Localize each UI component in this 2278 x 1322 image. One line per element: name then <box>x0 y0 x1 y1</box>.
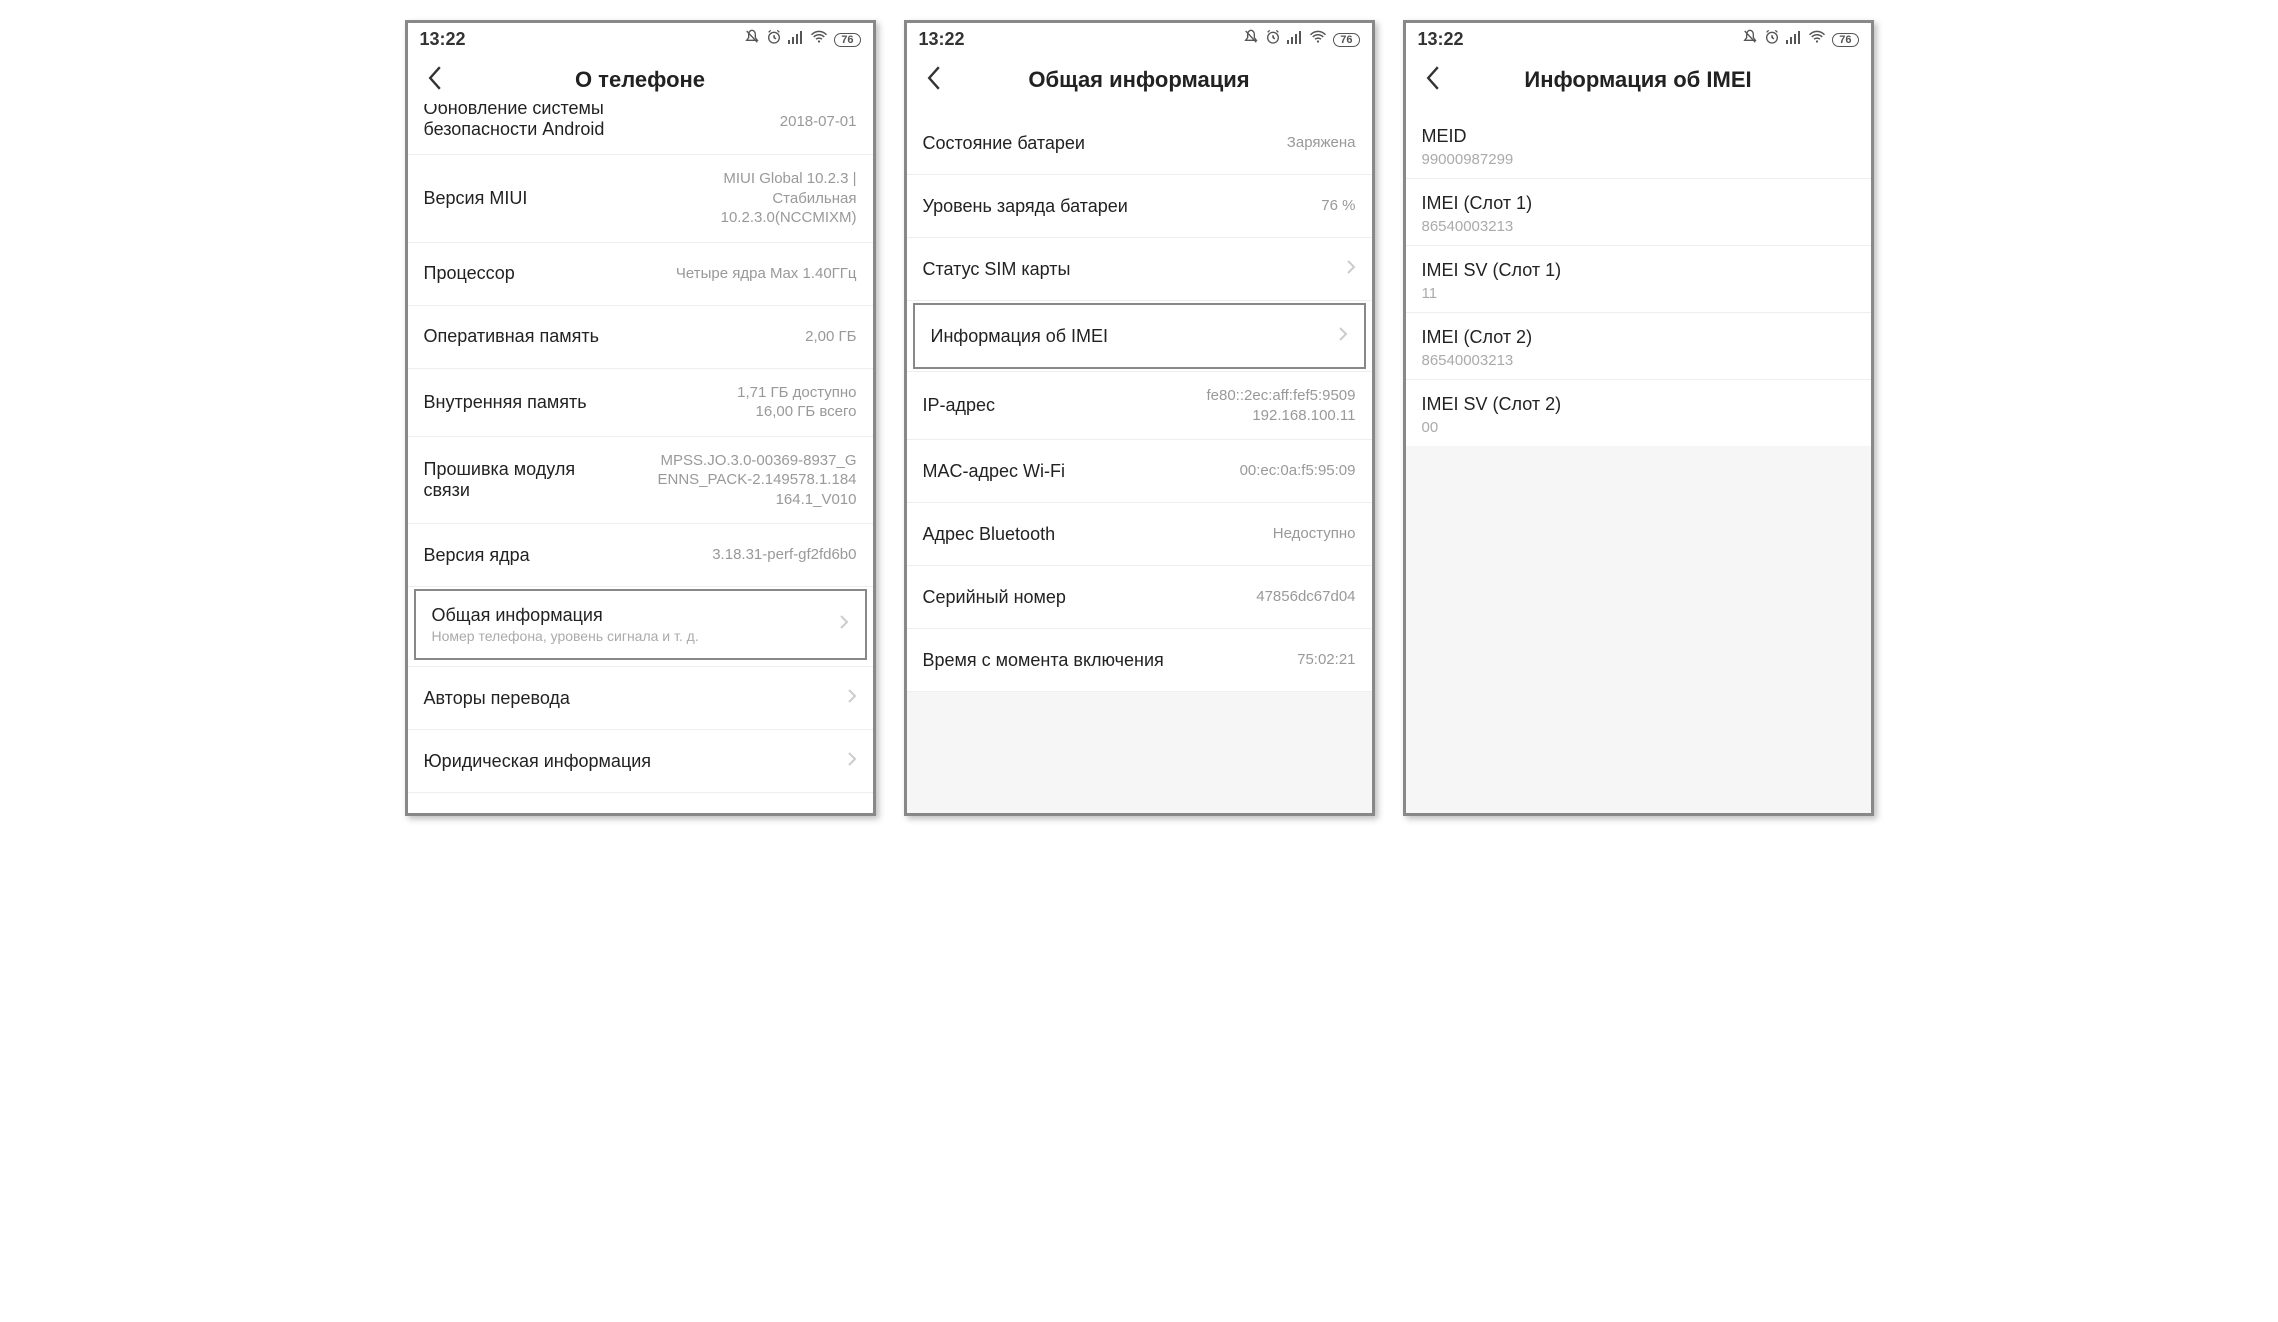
row-uptime[interactable]: Время с момента включения 75:02:21 <box>907 629 1372 692</box>
status-icons: 76 <box>744 29 860 50</box>
row-imei-slot1[interactable]: IMEI (Слот 1) 86540003213 <box>1406 179 1871 246</box>
row-battery-level[interactable]: Уровень заряда батареи 76 % <box>907 175 1372 238</box>
header: О телефоне <box>408 52 873 112</box>
status-time: 13:22 <box>919 29 965 50</box>
page-title: Общая информация <box>951 67 1328 93</box>
row-sim-status[interactable]: Статус SIM карты <box>907 238 1372 301</box>
serial-value: 47856dc67d04 <box>1076 587 1356 607</box>
back-button[interactable] <box>418 66 452 94</box>
row-imei-info[interactable]: Информация об IMEI <box>915 305 1364 367</box>
row-safety[interactable]: Информация о безопасности <box>408 793 873 813</box>
uptime-value: 75:02:21 <box>1174 650 1356 670</box>
battery-state-value: Заряжена <box>1095 133 1356 153</box>
chevron-right-icon <box>847 751 857 772</box>
chevron-right-icon <box>1346 259 1356 280</box>
chevron-right-icon <box>1338 326 1348 347</box>
row-bluetooth-address[interactable]: Адрес Bluetooth Недоступно <box>907 503 1372 566</box>
cpu-value: Четыре ядра Max 1.40ГГц <box>525 264 857 284</box>
status-time: 13:22 <box>420 29 466 50</box>
chevron-right-icon <box>839 614 849 635</box>
wifi-icon <box>1808 30 1826 49</box>
alarm-icon <box>1764 29 1780 50</box>
status-icons: 76 <box>1742 29 1858 50</box>
baseband-value: MPSS.JO.3.0-00369-8937_GENNS_PACK-2.1495… <box>585 451 856 510</box>
row-mac-address[interactable]: MAC-адрес Wi-Fi 00:ec:0a:f5:95:09 <box>907 440 1372 503</box>
status-time: 13:22 <box>1418 29 1464 50</box>
mute-icon <box>744 29 760 50</box>
back-button[interactable] <box>917 66 951 94</box>
phone-screen-about: 13:22 76 О телефоне Обновление системыбе… <box>405 20 876 816</box>
row-storage[interactable]: Внутренняя память 1,71 ГБ доступно16,00 … <box>408 369 873 437</box>
storage-value: 1,71 ГБ доступно16,00 ГБ всего <box>597 383 857 422</box>
status-bar: 13:22 76 <box>907 23 1372 52</box>
row-serial-number[interactable]: Серийный номер 47856dc67d04 <box>907 566 1372 629</box>
header: Общая информация <box>907 52 1372 112</box>
page-title: О телефоне <box>452 67 829 93</box>
ram-value: 2,00 ГБ <box>609 327 857 347</box>
battery-indicator: 76 <box>834 33 860 47</box>
phone-screen-general-info: 13:22 76 Общая информация Состояние бата… <box>904 20 1375 816</box>
back-button[interactable] <box>1416 66 1450 94</box>
phone-screen-imei-info: 13:22 76 Информация об IMEI MEID 9900098… <box>1403 20 1874 816</box>
imeisv1-value: 11 <box>1422 285 1855 302</box>
row-legal[interactable]: Юридическая информация <box>408 730 873 793</box>
highlighted-imei-info: Информация об IMEI <box>913 303 1366 369</box>
imeisv2-value: 00 <box>1422 419 1855 436</box>
row-imeisv-slot1[interactable]: IMEI SV (Слот 1) 11 <box>1406 246 1871 313</box>
row-battery-state[interactable]: Состояние батареи Заряжена <box>907 112 1372 175</box>
imei1-value: 86540003213 <box>1422 218 1855 235</box>
row-ram[interactable]: Оперативная память 2,00 ГБ <box>408 306 873 369</box>
settings-list[interactable]: Обновление системыбезопасности Android 2… <box>408 104 873 813</box>
alarm-icon <box>1265 29 1281 50</box>
highlighted-general-info: Общая информация Номер телефона, уровень… <box>414 589 867 660</box>
row-meid[interactable]: MEID 99000987299 <box>1406 112 1871 179</box>
empty-area <box>1406 446 1871 813</box>
row-kernel[interactable]: Версия ядра 3.18.31-perf-gf2fd6b0 <box>408 524 873 587</box>
mac-value: 00:ec:0a:f5:95:09 <box>1075 461 1355 481</box>
status-bar: 13:22 76 <box>408 23 873 52</box>
status-bar: 13:22 76 <box>1406 23 1871 52</box>
kernel-value: 3.18.31-perf-gf2fd6b0 <box>540 545 857 565</box>
battery-level-value: 76 % <box>1138 196 1356 216</box>
page-title: Информация об IMEI <box>1450 67 1827 93</box>
row-imei-slot2[interactable]: IMEI (Слот 2) 86540003213 <box>1406 313 1871 380</box>
signal-icon <box>1786 30 1802 49</box>
alarm-icon <box>766 29 782 50</box>
battery-indicator: 76 <box>1333 33 1359 47</box>
battery-indicator: 76 <box>1832 33 1858 47</box>
empty-area <box>907 692 1372 813</box>
row-general-info[interactable]: Общая информация Номер телефона, уровень… <box>416 591 865 658</box>
bt-value: Недоступно <box>1065 524 1355 544</box>
miui-value: MIUI Global 10.2.3 |Стабильная10.2.3.0(N… <box>537 169 856 228</box>
row-miui-version[interactable]: Версия MIUI MIUI Global 10.2.3 |Стабильн… <box>408 155 873 243</box>
wifi-icon <box>1309 30 1327 49</box>
signal-icon <box>788 30 804 49</box>
chevron-right-icon <box>847 688 857 709</box>
status-icons: 76 <box>1243 29 1359 50</box>
row-imeisv-slot2[interactable]: IMEI SV (Слот 2) 00 <box>1406 380 1871 446</box>
row-ip-address[interactable]: IP-адрес fe80::2ec:aff:fef5:9509192.168.… <box>907 371 1372 440</box>
security-update-value: 2018-07-01 <box>614 112 856 132</box>
settings-list[interactable]: Состояние батареи Заряжена Уровень заряд… <box>907 112 1372 813</box>
mute-icon <box>1742 29 1758 50</box>
meid-value: 99000987299 <box>1422 151 1855 168</box>
imei-list[interactable]: MEID 99000987299 IMEI (Слот 1) 865400032… <box>1406 112 1871 813</box>
header: Информация об IMEI <box>1406 52 1871 112</box>
imei2-value: 86540003213 <box>1422 352 1855 369</box>
row-cpu[interactable]: Процессор Четыре ядра Max 1.40ГГц <box>408 243 873 306</box>
row-baseband[interactable]: Прошивка модулясвязи MPSS.JO.3.0-00369-8… <box>408 437 873 525</box>
wifi-icon <box>810 30 828 49</box>
ip-value: fe80::2ec:aff:fef5:9509192.168.100.11 <box>1005 386 1355 425</box>
row-translators[interactable]: Авторы перевода <box>408 666 873 730</box>
mute-icon <box>1243 29 1259 50</box>
row-security-update[interactable]: Обновление системыбезопасности Android 2… <box>408 104 873 155</box>
signal-icon <box>1287 30 1303 49</box>
